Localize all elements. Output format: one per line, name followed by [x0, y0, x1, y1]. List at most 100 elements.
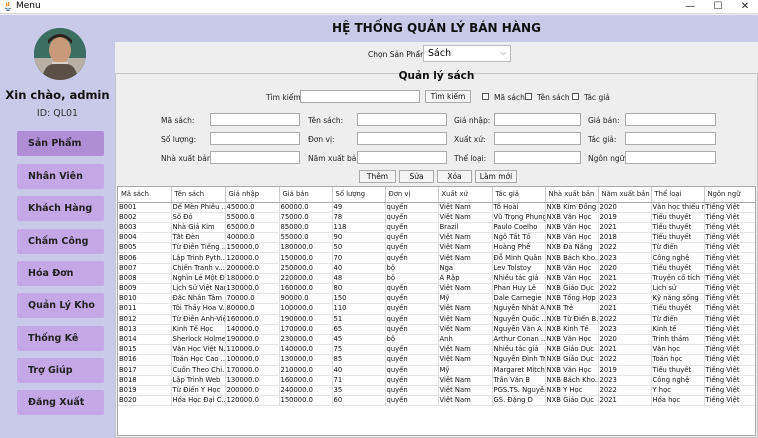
- table-row[interactable]: B005 Từ Điển Tiếng ... 150000.0 180000.0 50 q…: [118, 242, 755, 254]
- search-input[interactable]: [300, 90, 420, 103]
- tac-gia-field[interactable]: [625, 132, 716, 145]
- edit-button[interactable]: Sửa: [399, 170, 434, 183]
- table-row[interactable]: B004 Tắt Đèn 40000.0 55000.0 90 quyển Việt Nam…: [118, 232, 755, 244]
- table-cell: 40: [332, 263, 386, 274]
- table-row[interactable]: B020 Hóa Học Đại C... 120000.0 150000.0 60 qu…: [118, 395, 755, 407]
- table-cell: Tiếng Việt: [704, 283, 755, 295]
- table-row[interactable]: B019 Từ Điển Y Học 200000.0 240000.0 35 quyển…: [118, 385, 755, 397]
- don-vi-field[interactable]: [357, 132, 447, 145]
- nav-tro-giup-button[interactable]: Trợ Giúp: [17, 358, 104, 383]
- table-row[interactable]: B001 Dế Mèn Phiêu ... 45000.0 60000.0 49 quyể…: [118, 202, 755, 213]
- nav-dang-xuat-button[interactable]: Đăng Xuất: [17, 390, 104, 415]
- nav-hoa-don-button[interactable]: Hóa Đơn: [17, 261, 104, 286]
- table-cell: Phan Huy Lê: [492, 283, 546, 295]
- column-header[interactable]: Mã sách: [118, 187, 172, 203]
- gia-ban-field[interactable]: [625, 113, 716, 126]
- the-loai-field[interactable]: [494, 151, 581, 164]
- table-row[interactable]: B017 Cuốn Theo Chi... 170000.0 210000.0 40 qu…: [118, 365, 755, 376]
- column-header[interactable]: Đơn vị: [385, 187, 439, 203]
- gia-nhap-label: Giá nhập:: [454, 116, 491, 125]
- table-cell: Việt Nam: [438, 242, 493, 254]
- close-button[interactable]: ✕: [731, 0, 758, 14]
- nam-xb-field[interactable]: [357, 151, 447, 164]
- column-header[interactable]: Tác giả: [492, 187, 546, 203]
- table-cell: Lev Tolstoy: [492, 263, 546, 274]
- nxb-field[interactable]: [210, 151, 300, 164]
- table-row[interactable]: B010 Đắc Nhân Tâm 70000.0 90000.0 150 quyển Mỹ…: [118, 293, 755, 305]
- column-header[interactable]: Giá nhập: [225, 187, 280, 203]
- table-cell: 200000.0: [225, 263, 280, 274]
- table-cell: Lập Trình Web: [171, 375, 226, 386]
- column-header[interactable]: Thể loại: [651, 187, 705, 203]
- table-cell: 85: [332, 354, 386, 366]
- ngon-ngu-field[interactable]: [625, 151, 716, 164]
- table-cell: 2021: [598, 395, 652, 407]
- app-window: Menu — ☐ ✕ Xin chào, admin ID: QL01 Sản …: [0, 0, 758, 438]
- table-row[interactable]: B009 Lịch Sử Việt Nam 130000.0 160000.0 80 qu…: [118, 283, 755, 295]
- nav-nhan-vien-button[interactable]: Nhân Viên: [17, 164, 104, 189]
- reset-button[interactable]: Làm mới: [475, 170, 517, 183]
- table-cell: 60000.0: [279, 202, 333, 213]
- table-row[interactable]: B018 Lập Trình Web 130000.0 160000.0 71 quyển…: [118, 375, 755, 386]
- column-header[interactable]: Số lượng: [332, 187, 386, 203]
- maximize-button[interactable]: ☐: [704, 0, 732, 14]
- table-row[interactable]: B013 Kinh Tế Học 140000.0 170000.0 65 quyển Vi…: [118, 324, 755, 335]
- checkbox-tac-gia[interactable]: [572, 93, 579, 100]
- sidebar: Xin chào, admin ID: QL01 Sản Phẩm Nhân V…: [0, 15, 115, 438]
- search-button[interactable]: Tìm kiếm: [425, 90, 471, 103]
- nav-thong-ke-button[interactable]: Thống Kê: [17, 326, 104, 351]
- chevron-down-icon: ⌵: [500, 49, 506, 57]
- table-cell: NXB Giáo Dục: [545, 395, 599, 407]
- table-cell: 45000.0: [225, 202, 280, 213]
- gia-nhap-field[interactable]: [494, 113, 581, 126]
- table-cell: NXB Trẻ: [545, 303, 599, 315]
- table-cell: quyển: [385, 385, 439, 397]
- table-cell: 2018: [598, 232, 652, 244]
- table-cell: 130000.0: [279, 354, 333, 366]
- column-header[interactable]: Năm xuất bản: [598, 187, 652, 203]
- column-header[interactable]: Ngôn ngữ: [704, 187, 755, 203]
- column-header[interactable]: Xuất xứ: [438, 187, 493, 203]
- ten-sach-label: Tên sách:: [308, 116, 344, 125]
- nav-khach-hang-button[interactable]: Khách Hàng: [17, 196, 104, 221]
- table-cell: Hóa Học Đại C...: [171, 395, 226, 407]
- greeting-text: Xin chào, admin: [5, 88, 110, 102]
- xuat-xu-field[interactable]: [494, 132, 581, 145]
- checkbox-ten-sach[interactable]: [525, 93, 532, 100]
- table-row[interactable]: B016 Toán Học Cao ... 100000.0 130000.0 85 qu…: [118, 354, 755, 366]
- table-cell: 2021: [598, 303, 652, 315]
- table-row[interactable]: B008Nghìn Lẻ Một Đ...180000.0220000.048b…: [118, 273, 755, 285]
- checkbox-ma-sach[interactable]: [482, 93, 489, 100]
- table-row[interactable]: B007 Chiến Tranh v... 200000.0 250000.0 40 bộ…: [118, 263, 755, 274]
- column-header[interactable]: Nhà xuất bản: [545, 187, 599, 203]
- add-button[interactable]: Thêm: [359, 170, 396, 183]
- ten-sach-field[interactable]: [357, 113, 447, 126]
- table-cell: 2023: [598, 252, 652, 264]
- table-row[interactable]: B006 Lập Trình Pyth... 120000.0 150000.0 70 q…: [118, 252, 755, 264]
- table-cell: quyển: [385, 324, 439, 335]
- nav-cham-cong-button[interactable]: Chấm Công: [17, 229, 104, 254]
- ma-sach-field[interactable]: [210, 113, 300, 126]
- table-cell: Lập Trình Pyth...: [171, 252, 226, 264]
- column-header[interactable]: Tên sách: [171, 187, 226, 203]
- table-row[interactable]: B002 Số Đỏ 55000.0 75000.0 78 quyển Việt Nam Vũ…: [118, 212, 755, 223]
- table-row[interactable]: B015 Văn Học Việt N... 110000.0 140000.0 75 q…: [118, 344, 755, 356]
- table-cell: 118: [332, 222, 386, 234]
- product-select[interactable]: Sách ⌵: [423, 45, 511, 62]
- nav-quan-ly-kho-button[interactable]: Quản Lý Kho: [17, 293, 104, 318]
- table-row[interactable]: B003 Nhà Giả Kim 65000.0 85000.0 118 quyển Bra…: [118, 222, 755, 234]
- books-table[interactable]: Mã sách Tên sách Giá nhập Giá bán Số lượng Đơ…: [117, 186, 756, 436]
- table-row[interactable]: B011 Tôi Thấy Hoa V... 80000.0 100000.0 110 q…: [118, 303, 755, 315]
- minimize-button[interactable]: —: [676, 0, 704, 14]
- table-cell: quyển: [385, 303, 439, 315]
- table-cell: B002: [118, 212, 172, 223]
- table-cell: Tắt Đèn: [171, 232, 226, 244]
- column-header[interactable]: Giá bán: [279, 187, 333, 203]
- table-row[interactable]: B014 Sherlock Holmes 190000.0 230000.0 45 bộ A…: [118, 334, 755, 346]
- so-luong-field[interactable]: [210, 132, 300, 145]
- table-cell: 240000.0: [279, 385, 333, 397]
- table-cell: 210000.0: [279, 365, 333, 376]
- table-row[interactable]: B012 Từ Điển Anh-Việt 160000.0 190000.0 51 qu…: [118, 314, 755, 325]
- delete-button[interactable]: Xóa: [437, 170, 472, 183]
- nav-san-pham-button[interactable]: Sản Phẩm: [17, 131, 104, 156]
